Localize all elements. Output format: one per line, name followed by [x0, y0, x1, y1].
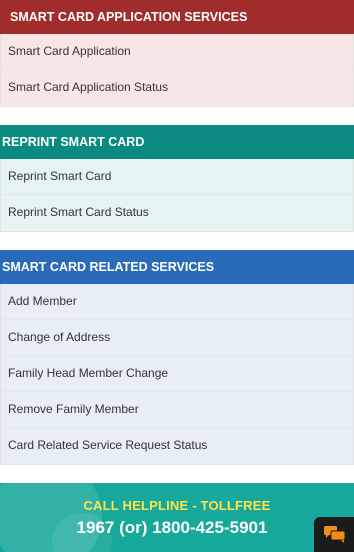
panel-header-related: SMART CARD RELATED SERVICES	[0, 250, 354, 284]
link-reprint-smart-card[interactable]: Reprint Smart Card	[1, 159, 353, 195]
smart-card-related-services-panel: SMART CARD RELATED SERVICES Add Member C…	[0, 250, 354, 465]
link-family-head-member-change[interactable]: Family Head Member Change	[1, 356, 353, 392]
panel-list-application: Smart Card Application Smart Card Applic…	[0, 34, 354, 107]
panel-list-related: Add Member Change of Address Family Head…	[0, 284, 354, 465]
panel-header-application: SMART CARD APPLICATION SERVICES	[0, 0, 354, 34]
helpline-number[interactable]: 1967 (or) 1800-425-5901	[0, 518, 344, 538]
helpline-label: CALL HELPLINE - TOLLFREE	[83, 498, 271, 513]
smart-card-application-panel: SMART CARD APPLICATION SERVICES Smart Ca…	[0, 0, 354, 107]
chat-bubbles-icon	[324, 526, 345, 543]
panel-list-reprint: Reprint Smart Card Reprint Smart Card St…	[0, 159, 354, 232]
link-remove-family-member[interactable]: Remove Family Member	[1, 392, 353, 428]
link-reprint-smart-card-status[interactable]: Reprint Smart Card Status	[1, 195, 353, 231]
link-change-of-address[interactable]: Change of Address	[1, 320, 353, 356]
link-add-member[interactable]: Add Member	[1, 284, 353, 320]
panel-header-reprint: REPRINT SMART CARD	[0, 125, 354, 159]
link-smart-card-application-status[interactable]: Smart Card Application Status	[1, 70, 353, 106]
reprint-smart-card-panel: REPRINT SMART CARD Reprint Smart Card Re…	[0, 125, 354, 232]
link-smart-card-application[interactable]: Smart Card Application	[1, 34, 353, 70]
chat-button[interactable]	[314, 517, 354, 552]
helpline-banner: CALL HELPLINE - TOLLFREE 1967 (or) 1800-…	[0, 483, 354, 552]
link-card-related-service-request-status[interactable]: Card Related Service Request Status	[1, 428, 353, 464]
